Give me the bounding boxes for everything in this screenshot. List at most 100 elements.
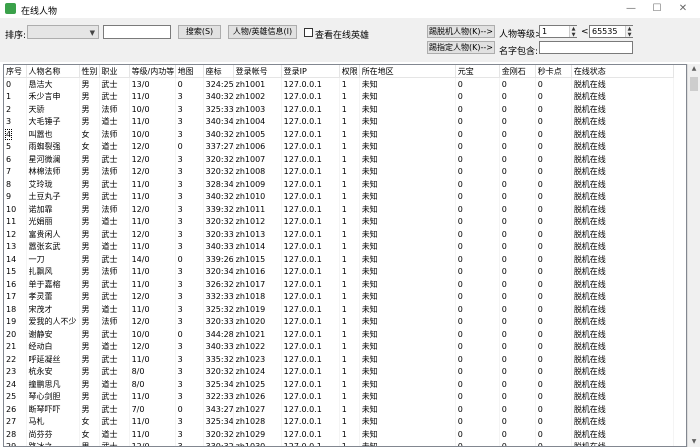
table-row[interactable]: 23 杭永安 男 武士 8/0 3 320:325zh1024 127.0.0.1 1 未知 0 0 0… — [4, 365, 675, 378]
table-cell: 0 — [175, 140, 204, 153]
table-row[interactable]: 8 艾玲珑 男 武士 11/0 3 328:340zh1009 127.0.0.1 1 未知 0 0 0… — [4, 178, 675, 191]
column-header[interactable]: 在线状态 — [571, 65, 675, 78]
table-row[interactable]: 3 大毛锤子 男 道士 11/0 3 340:340zh1004 127.0.0.1 1 未知 0 0… — [4, 115, 675, 128]
column-header[interactable]: 所在地区 — [359, 65, 456, 78]
column-header[interactable]: 职业 — [99, 65, 130, 78]
kick-offline-button[interactable]: 踢脱机人物(K)--> — [427, 25, 495, 38]
cell-text: 呼延凝丝 — [28, 354, 61, 364]
column-header[interactable]: 权限 — [339, 65, 360, 78]
column-header[interactable]: 金刚石 — [499, 65, 536, 78]
cell-text: 0 — [501, 429, 507, 439]
scroll-down-icon[interactable]: ▼ — [688, 437, 700, 447]
sort-select[interactable]: ▼ — [27, 25, 99, 39]
table-row[interactable]: 12 富贵闲人 男 武士 12/0 3 320:335zh1013 127.0.0.1 1 未知 0… — [4, 228, 675, 241]
table-cell: 127.0.0.1 — [281, 353, 340, 366]
cell-text: 3 — [6, 117, 12, 127]
table-row[interactable]: 24 撞鹏思凡 男 道士 8/0 3 325:341zh1025 127.0.0.1 1 未知 0 0… — [4, 378, 675, 391]
player-hero-info-button[interactable]: 人物/英雄信息(I) — [228, 25, 297, 39]
cell-text: 0 — [177, 254, 183, 264]
table-row[interactable]: 14 一刀 男 武士 14/0 0 339:262zh1015 127.0.0.1 1 未知 0 0 0… — [4, 253, 675, 266]
table-row[interactable]: 6 星河微澜 男 武士 12/0 3 320:324zh1007 127.0.0.1 1 未知 0 0… — [4, 153, 675, 166]
table-cell: 0 — [455, 165, 500, 178]
table-row[interactable]: 26 断琴吓吓 男 武士 7/0 0 343:270zh1027 127.0.0.1 1 未知 0 0… — [4, 403, 675, 416]
table-cell: 脱机在线 — [571, 315, 675, 328]
cell-text: zh1001 — [235, 79, 266, 89]
table-cell: zh1015 — [233, 253, 282, 266]
column-header[interactable]: 座标 — [203, 65, 234, 78]
table-row[interactable]: 9 土豆丸子 男 武士 11/0 3 340:321zh1010 127.0.0.1 1 未知 0 0… — [4, 190, 675, 203]
cell-text: 未知 — [361, 429, 378, 439]
table-cell: 14/0 — [129, 253, 176, 266]
table-row[interactable]: 7 林棉法师 男 法师 12/0 3 320:322zh1008 127.0.0.1 1 未知 0 0… — [4, 165, 675, 178]
table-row[interactable]: 25 琴心剑胆 男 武士 11/0 3 322:338zh1026 127.0.0.1 1 未知 0… — [4, 390, 675, 403]
cell-text: 4 — [4, 128, 13, 140]
table-cell: 11/0 — [129, 428, 176, 441]
table-row[interactable]: 17 孝灵蕾 男 武士 12/0 3 332:339zh1018 127.0.0.1 1 未知 0 0… — [4, 290, 675, 303]
cell-text: 127.0.0.1 — [283, 354, 322, 364]
cell-text: 127.0.0.1 — [283, 217, 322, 227]
scroll-thumb[interactable] — [690, 77, 698, 91]
table-row[interactable]: 27 马札 女 武士 11/0 3 325:340zh1028 127.0.0.1 1 未知 0 0 0… — [4, 415, 675, 428]
cell-text: 0 — [537, 142, 543, 152]
table-cell: 127.0.0.1 — [281, 290, 340, 303]
table-cell: 杭永安 — [26, 365, 80, 378]
table-row[interactable]: 21 经动白 男 道士 12/0 3 340:331zh1022 127.0.0.1 1 未知 0 0… — [4, 340, 675, 353]
table-row[interactable]: 4 叫嚣也 女 法师 10/0 3 340:323zh1005 127.0.0.1 1 未知 0 0 0… — [4, 128, 675, 141]
players-table[interactable]: 序号 人物名称 性别 职业 等级/内功等 地图 座标 登录帐号 登录IP 权限 所在地区 元宝 金刚石秒… — [3, 64, 687, 447]
close-button[interactable]: ✕ — [672, 2, 694, 16]
table-row[interactable]: 19 爱我的人不少男 法师 12/0 3 320:332zh1020 127.0.0.1 1 未… — [4, 315, 675, 328]
table-row[interactable]: 10 诺加霏 男 法师 12/0 3 339:322zh1011 127.0.0.1 1 未知 0 0… — [4, 203, 675, 216]
column-header[interactable]: 性别 — [79, 65, 100, 78]
table-cell: zh1028 — [233, 415, 282, 428]
table-row[interactable]: 0 恳洁大 男 武士 13/0 0 324:256zh1001 127.0.0.1 1 未知 0 0 0… — [4, 77, 675, 91]
maximize-button[interactable]: ☐ — [646, 2, 668, 16]
cell-text: 0 — [537, 367, 543, 377]
table-row[interactable]: 2 天骄 男 法师 10/0 3 325:339zh1003 127.0.0.1 1 未知 0 0 0 脱… — [4, 103, 675, 116]
table-row[interactable]: 11 光娟丽 男 道士 11/0 3 320:321zh1012 127.0.0.1 1 未知 0 0… — [4, 215, 675, 228]
cell-text: 11/0 — [131, 417, 150, 427]
kick-specified-button[interactable]: 踢指定人物(K)--> — [427, 41, 495, 54]
cell-text: 0 — [457, 142, 463, 152]
table-cell: 男 — [79, 115, 100, 128]
table-row[interactable]: 28 尚芬芬 女 道士 11/0 3 320:329zh1029 127.0.0.1 1 未知 0 0… — [4, 428, 675, 441]
table-row[interactable]: 15 扎飘风 男 法师 11/0 3 320:340zh1016 127.0.0.1 1 未知 0 0… — [4, 265, 675, 278]
column-header[interactable]: 秒卡点 — [535, 65, 572, 78]
table-row[interactable]: 20 谢静安 男 武士 10/0 0 344:289zh1021 127.0.0.1 1 未知 0 0… — [4, 328, 675, 341]
table-row[interactable]: 1 禾少言申 男 武士 11/0 3 340:328zh1002 127.0.0.1 1 未知 0 0… — [4, 90, 675, 103]
table-cell: 武士 — [99, 403, 130, 416]
column-header[interactable]: 元宝 — [455, 65, 500, 78]
column-header[interactable]: 序号 — [4, 65, 27, 78]
cell-text: 0 — [537, 167, 543, 177]
table-row[interactable]: 5 雨蜘裂强 女 道士 12/0 0 337:276zh1006 127.0.0.1 1 未知 0 0… — [4, 140, 675, 153]
vertical-scrollbar[interactable]: ▲ ▼ — [687, 64, 700, 447]
cell-text: zh1020 — [235, 317, 266, 327]
table-cell: 0 — [455, 265, 500, 278]
column-header[interactable]: 人物名称 — [26, 65, 80, 78]
level-max-spinner[interactable]: ▲ ▼ — [625, 26, 633, 38]
level-min-spinner[interactable]: ▲ ▼ — [569, 26, 577, 38]
cell-text: 340:321 — [205, 192, 233, 202]
cell-text: 武士 — [101, 392, 118, 402]
cell-text: 脱机在线 — [573, 242, 606, 252]
table-row[interactable]: 22 呼延凝丝 男 武士 11/0 3 335:320zh1023 127.0.0.1 1 未知 0… — [4, 353, 675, 366]
cell-text: 8/0 — [131, 367, 145, 377]
table-cell: 326:322 — [203, 278, 234, 291]
table-row[interactable]: 29 路冰之 男 武士 12/0 3 330:320zh1030 127.0.0.1 1 未知 0 0… — [4, 440, 675, 446]
cell-text: 1 — [341, 79, 347, 89]
table-row[interactable]: 18 宋茂才 男 道士 11/0 3 325:321zh1019 127.0.0.1 1 未知 0 0… — [4, 303, 675, 316]
cell-text: 男 — [81, 167, 90, 177]
minimize-button[interactable]: — — [620, 2, 642, 16]
column-header[interactable]: 登录IP — [281, 65, 340, 78]
online-hero-checkbox[interactable] — [304, 28, 313, 37]
table-row[interactable]: 13 嚣张玄武 男 道士 11/0 3 340:338zh1014 127.0.0.1 1 未知 0… — [4, 240, 675, 253]
column-header[interactable]: 地图 — [175, 65, 204, 78]
column-header[interactable]: 等级/内功等 — [129, 65, 176, 78]
column-header[interactable]: 登录帐号 — [233, 65, 282, 78]
search-input[interactable] — [103, 25, 171, 39]
scroll-up-icon[interactable]: ▲ — [688, 64, 700, 74]
table-row[interactable]: 16 单于嘉榕 男 武士 11/0 3 326:322zh1017 127.0.0.1 1 未知 0… — [4, 278, 675, 291]
search-button[interactable]: 搜索(S) — [178, 25, 221, 39]
cell-text: 0 — [537, 154, 543, 164]
table-cell: 未知 — [359, 215, 456, 228]
name-contains-input[interactable] — [539, 41, 633, 54]
